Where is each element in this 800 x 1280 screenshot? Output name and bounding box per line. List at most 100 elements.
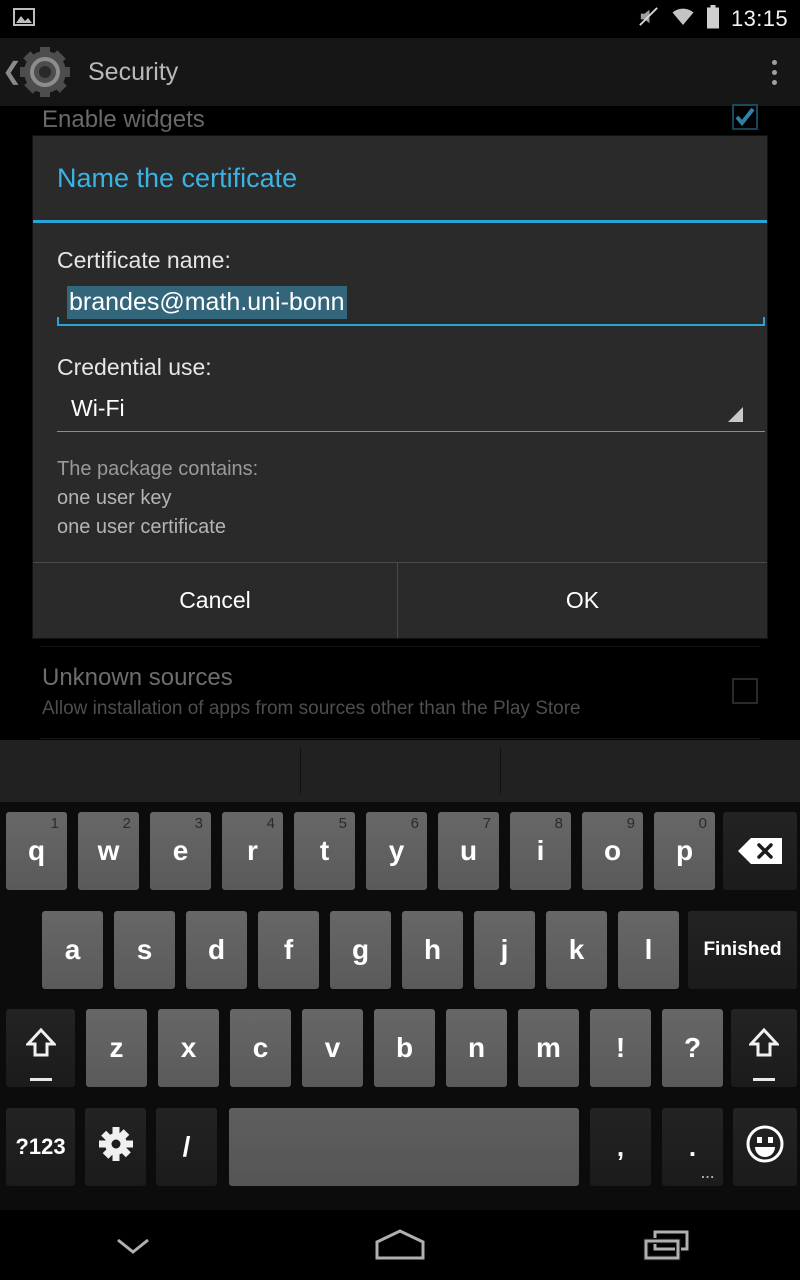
key-label: ! [615,1032,626,1063]
comma-key[interactable]: , [590,1108,651,1186]
settings-gear-icon[interactable] [18,45,72,99]
key-c[interactable]: c [230,1009,291,1087]
key-hint: 0 [698,815,707,832]
key-label: k [568,934,585,965]
key-label: z [109,1032,124,1063]
credential-use-label: Credential use: [57,354,212,381]
list-divider [40,738,760,739]
key-w[interactable]: 2w [78,812,139,890]
key-n[interactable]: n [446,1009,507,1087]
key-label: ? [683,1032,702,1063]
key-label: . [688,1131,697,1162]
key-v[interactable]: v [302,1009,363,1087]
enable-widgets-checkbox[interactable] [732,104,758,130]
recents-icon[interactable] [533,1228,800,1262]
backspace-icon [737,837,783,865]
suggestion-strip[interactable] [0,740,800,802]
package-contents: The package contains: one user key one u… [57,458,743,539]
key-exclamation[interactable]: ! [590,1009,651,1087]
unknown-sources-checkbox[interactable] [732,678,758,704]
shift-key-right[interactable] [731,1009,797,1087]
symbols-key[interactable]: ?123 [6,1108,75,1186]
key-s[interactable]: s [114,911,175,989]
name-certificate-dialog: Name the certificate Certificate name: b… [33,136,767,638]
spinner-underline [57,431,765,433]
keyboard-row-2: a s d f g h j k l Finished [0,911,800,989]
dialog-title: Name the certificate [57,162,298,193]
key-z[interactable]: z [86,1009,147,1087]
package-item: one user certificate [57,516,226,539]
emoji-key[interactable] [733,1108,797,1186]
enter-key[interactable]: Finished [688,911,797,989]
key-hint: 8 [554,815,563,832]
credential-use-spinner[interactable]: Wi-Fi [57,395,765,433]
key-label: g [351,934,370,965]
overflow-menu-icon[interactable] [770,59,778,85]
key-i[interactable]: 8i [510,812,571,890]
key-hint: 6 [410,815,419,832]
key-o[interactable]: 9o [582,812,643,890]
key-label: m [536,1032,561,1063]
slash-key[interactable]: / [156,1108,217,1186]
period-key[interactable]: . ... [662,1108,723,1186]
home-icon[interactable] [267,1228,534,1262]
key-p[interactable]: 0p [654,812,715,890]
key-label: n [467,1032,486,1063]
key-e[interactable]: 3e [150,812,211,890]
key-hint: 7 [482,815,491,832]
backspace-key[interactable] [723,812,797,890]
key-hint: 3 [194,815,203,832]
navigation-bar [0,1210,800,1280]
key-hint: 5 [338,815,347,832]
key-label: q [27,835,46,866]
key-question[interactable]: ? [662,1009,723,1087]
page-title: Security [88,57,179,86]
action-bar: ❮ Security [0,38,800,106]
certificate-name-input[interactable]: brandes@math.uni-bonn [57,286,765,327]
volume-muted-icon [637,5,660,33]
key-label: c [252,1032,269,1063]
hide-keyboard-chevron-icon[interactable] [0,1230,267,1260]
key-a[interactable]: a [42,911,103,989]
key-k[interactable]: k [546,911,607,989]
key-d[interactable]: d [186,911,247,989]
key-r[interactable]: 4r [222,812,283,890]
keyboard-settings-key[interactable] [85,1108,146,1186]
key-label: ?123 [15,1134,66,1159]
emoji-smiley-icon [744,1123,786,1172]
key-label: u [459,835,478,866]
key-l[interactable]: l [618,911,679,989]
cancel-button[interactable]: Cancel [33,563,398,638]
settings-row-unknown-sources[interactable]: Unknown sources Allow installation of ap… [0,664,800,720]
key-b[interactable]: b [374,1009,435,1087]
key-j[interactable]: j [474,911,535,989]
key-label: r [247,835,258,866]
key-u[interactable]: 7u [438,812,499,890]
ok-button[interactable]: OK [398,563,767,638]
status-bar-clock: 13:15 [730,6,788,31]
key-h[interactable]: h [402,911,463,989]
key-x[interactable]: x [158,1009,219,1087]
key-label: o [603,835,622,866]
key-m[interactable]: m [518,1009,579,1087]
key-label: p [675,835,694,866]
key-label: l [644,934,653,965]
key-label: b [395,1032,414,1063]
shift-key-left[interactable] [6,1009,75,1087]
key-label: f [283,934,294,965]
key-label: i [536,835,545,866]
credential-use-value: Wi-Fi [71,395,125,422]
image-icon [12,5,36,34]
keyboard-row-4: ?123 / , . ... [0,1108,800,1186]
settings-row-enable-widgets[interactable]: Enable widgets [0,104,800,134]
key-y[interactable]: 6y [366,812,427,890]
key-t[interactable]: 5t [294,812,355,890]
key-q[interactable]: 1q [6,812,67,890]
key-f[interactable]: f [258,911,319,989]
key-label: w [97,835,120,866]
key-label: v [324,1032,341,1063]
list-divider [40,646,760,647]
space-key[interactable] [229,1108,579,1186]
settings-row-title: Enable widgets [42,106,205,133]
key-g[interactable]: g [330,911,391,989]
